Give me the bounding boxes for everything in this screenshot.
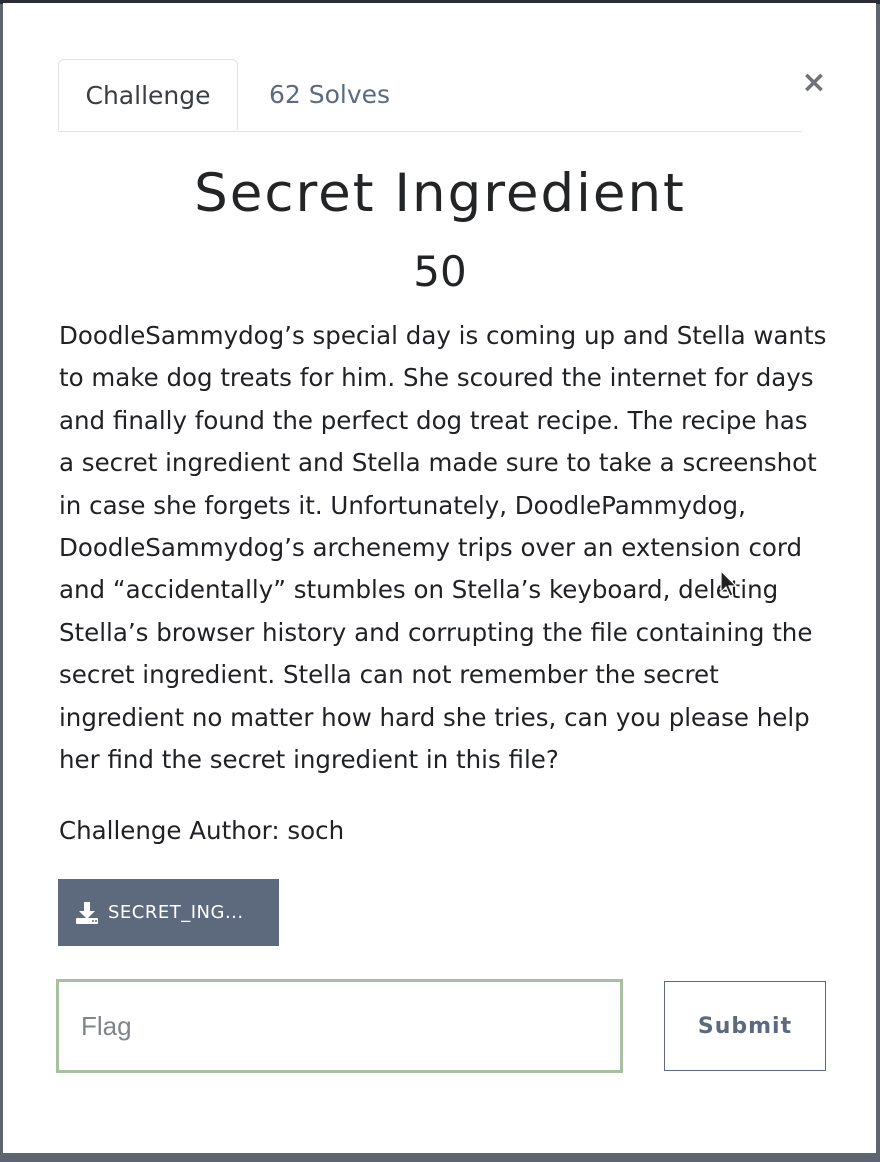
challenge-tabs: Challenge 62 Solves <box>58 59 802 132</box>
tab-solves[interactable]: 62 Solves <box>269 59 390 130</box>
tab-challenge[interactable]: Challenge <box>58 59 238 130</box>
close-button[interactable]: × <box>798 66 830 100</box>
mouse-pointer-icon <box>720 570 738 597</box>
challenge-description: DoodleSammydog’s special day is coming u… <box>59 321 827 775</box>
submit-button[interactable]: Submit <box>664 981 826 1071</box>
challenge-author: Challenge Author: soch <box>59 816 345 845</box>
download-icon <box>76 901 98 924</box>
close-icon[interactable]: × <box>801 65 826 100</box>
file-download-button[interactable]: SECRET_ING... <box>58 879 279 946</box>
challenge-points: 50 <box>413 247 467 296</box>
flag-input[interactable] <box>56 979 623 1073</box>
file-download-label: SECRET_ING... <box>108 902 244 923</box>
challenge-title: Secret Ingredient <box>194 163 686 224</box>
